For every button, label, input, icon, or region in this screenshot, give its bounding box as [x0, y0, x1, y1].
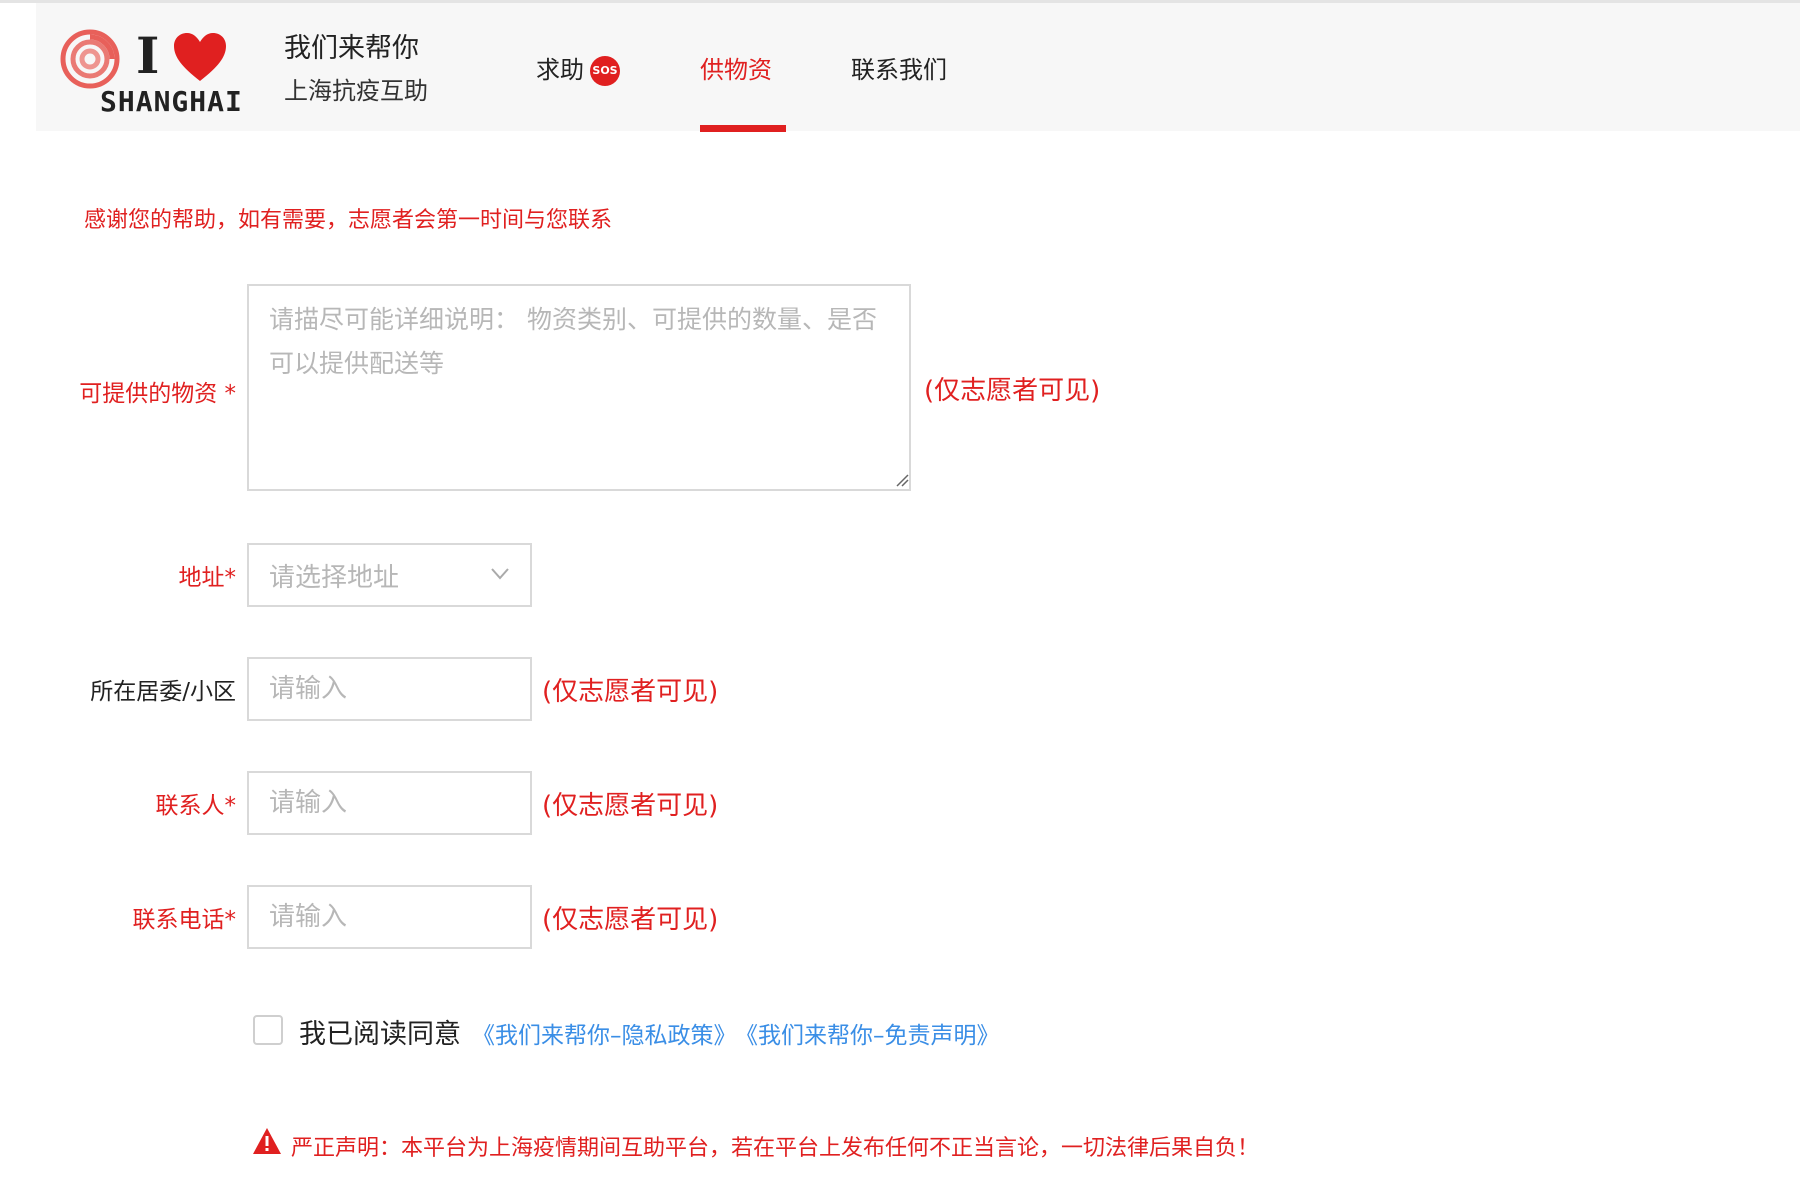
logo-i-letter: I	[136, 26, 160, 85]
address-select-placeholder: 请选择地址	[269, 563, 400, 593]
contact-person-label: 联系人*	[155, 793, 237, 819]
address-label: 地址*	[178, 565, 237, 591]
disclaimer-link[interactable]: 《我们来帮你–免责声明》	[735, 1016, 1000, 1050]
privacy-policy-link[interactable]: 《我们来帮你–隐私政策》	[472, 1016, 737, 1050]
contact-person-visibility-hint: (仅志愿者可见)	[542, 791, 719, 821]
nav-help-label: 求助	[536, 56, 584, 84]
i-love-shanghai-logo[interactable]: I SHANGHAI	[60, 25, 265, 118]
agree-checkbox[interactable]	[253, 1015, 283, 1045]
chevron-down-icon	[491, 568, 509, 580]
supplies-textarea[interactable]	[247, 284, 911, 491]
site-header: I SHANGHAI 我们来帮你 上海抗疫互助 求助 SOS 供物资 联系我们	[36, 3, 1800, 132]
nav-supply[interactable]: 供物资	[700, 53, 772, 87]
community-label: 所在居委/小区	[90, 679, 236, 705]
community-input[interactable]	[247, 657, 532, 721]
phone-label: 联系电话*	[132, 907, 237, 933]
nav-contact[interactable]: 联系我们	[851, 53, 947, 87]
legal-warning: 严正声明：本平台为上海疫情期间互助平台，若在平台上发布任何不正当言论，一切法律后…	[291, 1136, 1260, 1161]
brand-subtitle: 上海抗疫互助	[284, 77, 428, 105]
resize-handle-icon[interactable]	[895, 473, 909, 487]
supplies-label: 可提供的物资 *	[79, 381, 236, 407]
weibo-swirl-icon	[60, 29, 120, 89]
heart-icon	[174, 33, 226, 81]
supplies-visibility-hint: (仅志愿者可见)	[924, 376, 1101, 406]
warning-triangle-icon	[253, 1128, 281, 1154]
sos-badge: SOS	[590, 56, 620, 86]
phone-input[interactable]	[247, 885, 532, 949]
thank-you-notice: 感谢您的帮助，如有需要，志愿者会第一时间与您联系	[84, 208, 613, 233]
nav-active-indicator	[700, 125, 786, 132]
address-select[interactable]: 请选择地址	[247, 543, 532, 607]
contact-person-input[interactable]	[247, 771, 532, 835]
brand-title: 我们来帮你	[284, 33, 419, 64]
brand-block: 我们来帮你 上海抗疫互助	[284, 31, 428, 109]
agree-text: 我已阅读同意	[299, 1019, 461, 1050]
nav-help[interactable]: 求助 SOS	[536, 53, 620, 87]
phone-visibility-hint: (仅志愿者可见)	[542, 905, 719, 935]
community-visibility-hint: (仅志愿者可见)	[542, 677, 719, 707]
logo-wordmark: SHANGHAI	[100, 85, 243, 118]
